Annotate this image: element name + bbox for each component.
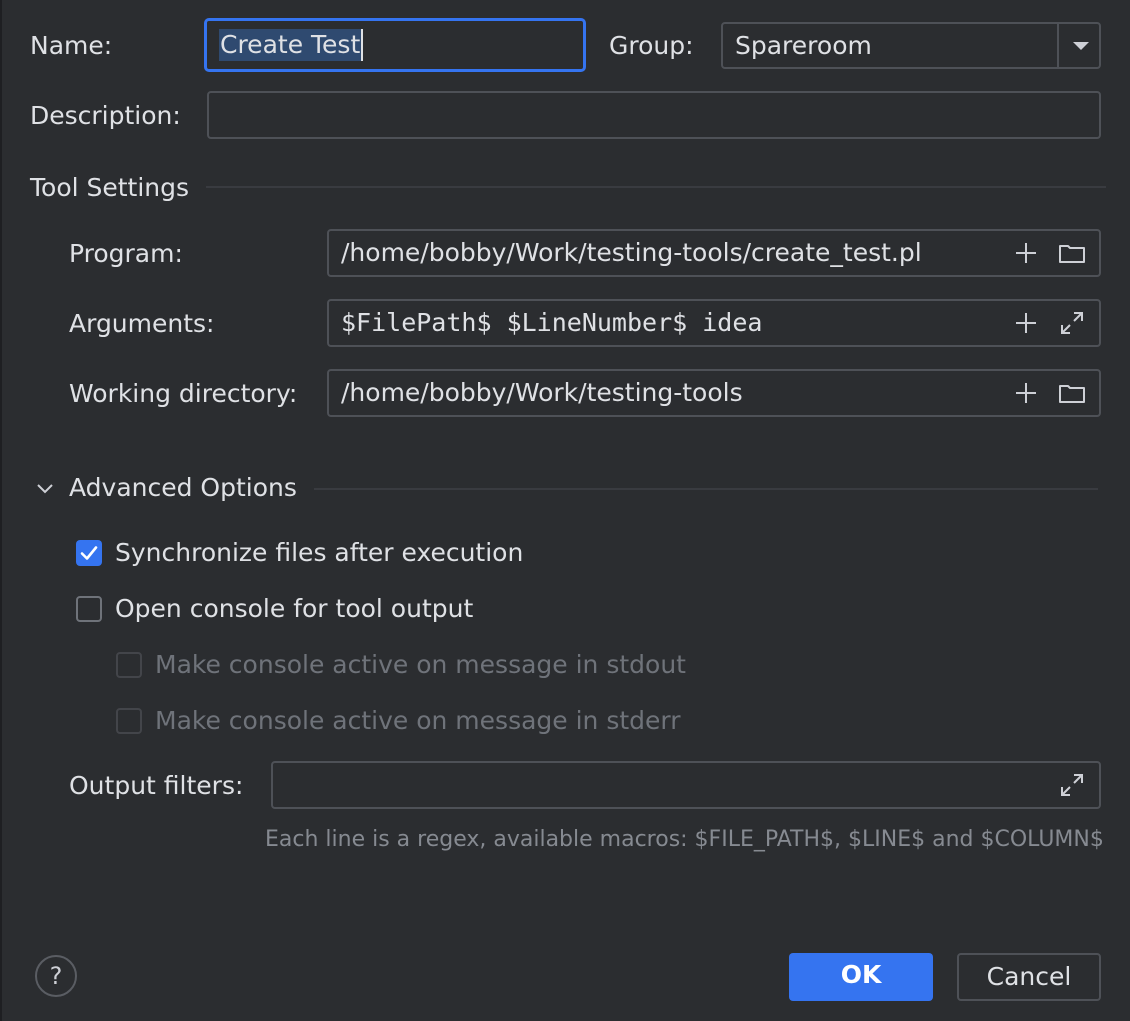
group-combobox[interactable]: Spareroom <box>721 22 1101 69</box>
name-input[interactable]: Create Test <box>204 18 586 72</box>
console-stderr-label: Make console active on message in stderr <box>155 706 681 735</box>
chevron-down-icon[interactable] <box>1067 32 1095 60</box>
arguments-input[interactable]: $FilePath$ $LineNumber$ idea <box>327 299 1101 347</box>
open-console-label[interactable]: Open console for tool output <box>115 593 473 625</box>
insert-macro-plus-icon[interactable] <box>1011 378 1041 408</box>
description-label: Description: <box>30 101 181 130</box>
insert-macro-plus-icon[interactable] <box>1011 308 1041 338</box>
open-console-checkbox[interactable] <box>76 596 102 622</box>
help-icon: ? <box>49 962 63 990</box>
console-stdout-label: Make console active on message in stdout <box>155 650 686 679</box>
group-label: Group: <box>609 31 694 60</box>
working-directory-input[interactable]: /home/bobby/Work/testing-tools <box>327 369 1101 417</box>
ok-button[interactable]: OK <box>789 953 933 1001</box>
program-input[interactable]: /home/bobby/Work/testing-tools/create_te… <box>327 229 1101 277</box>
arguments-value: $FilePath$ $LineNumber$ idea <box>341 308 763 337</box>
advanced-options-title[interactable]: Advanced Options <box>69 472 297 504</box>
tool-settings-title: Tool Settings <box>30 173 190 202</box>
working-directory-label: Working directory: <box>69 379 298 408</box>
insert-macro-plus-icon[interactable] <box>1011 238 1041 268</box>
chevron-down-icon[interactable] <box>33 476 57 500</box>
program-value: /home/bobby/Work/testing-tools/create_te… <box>341 238 922 267</box>
advanced-options-separator <box>314 488 1098 490</box>
cancel-button-label: Cancel <box>986 962 1072 991</box>
output-filters-input[interactable] <box>271 761 1101 809</box>
program-label: Program: <box>69 239 183 268</box>
external-tool-dialog: Name: Create Test Group: Spareroom Descr… <box>0 0 1130 1021</box>
output-filters-hint: Each line is a regex, available macros: … <box>265 827 1104 852</box>
group-dropdown-separator <box>1057 24 1059 67</box>
output-filters-label: Output filters: <box>69 771 244 800</box>
help-button[interactable]: ? <box>35 955 77 997</box>
tool-settings-separator <box>206 186 1106 188</box>
cancel-button[interactable]: Cancel <box>957 953 1101 1001</box>
name-input-value: Create Test <box>219 29 364 61</box>
expand-icon[interactable] <box>1057 308 1087 338</box>
name-label: Name: <box>30 31 113 60</box>
sync-files-checkbox[interactable] <box>76 540 102 566</box>
browse-folder-icon[interactable] <box>1057 238 1087 268</box>
browse-folder-icon[interactable] <box>1057 378 1087 408</box>
ok-button-label: OK <box>840 960 882 989</box>
console-stderr-checkbox <box>116 708 142 734</box>
expand-icon[interactable] <box>1057 770 1087 800</box>
group-value: Spareroom <box>735 31 872 60</box>
sync-files-label[interactable]: Synchronize files after execution <box>115 537 523 569</box>
console-stdout-checkbox <box>116 652 142 678</box>
description-input[interactable] <box>207 91 1101 139</box>
working-directory-value: /home/bobby/Work/testing-tools <box>341 378 743 407</box>
arguments-label: Arguments: <box>69 309 215 338</box>
